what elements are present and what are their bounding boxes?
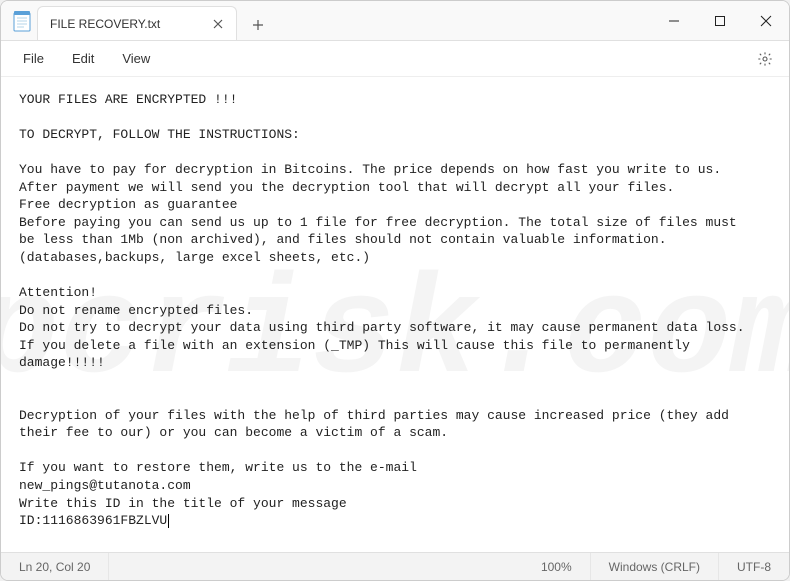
window-controls	[651, 1, 789, 40]
menubar: File Edit View	[1, 41, 789, 77]
notepad-app-icon	[13, 10, 31, 32]
close-icon	[760, 15, 772, 27]
maximize-icon	[714, 15, 726, 27]
minimize-button[interactable]	[651, 1, 697, 41]
menu-edit[interactable]: Edit	[58, 45, 108, 72]
status-line-ending[interactable]: Windows (CRLF)	[591, 553, 719, 580]
new-tab-button[interactable]	[243, 10, 273, 40]
gear-icon	[757, 51, 773, 67]
statusbar: Ln 20, Col 20 100% Windows (CRLF) UTF-8	[1, 552, 789, 580]
tab-title: FILE RECOVERY.txt	[50, 17, 200, 31]
status-zoom[interactable]: 100%	[523, 553, 591, 580]
notepad-window: FILE RECOVERY.txt File Edit View	[0, 0, 790, 581]
close-icon	[213, 19, 223, 29]
text-caret	[168, 514, 169, 528]
menu-file[interactable]: File	[9, 45, 58, 72]
tab-close-button[interactable]	[210, 16, 226, 32]
minimize-icon	[668, 15, 680, 27]
close-button[interactable]	[743, 1, 789, 41]
status-encoding[interactable]: UTF-8	[719, 553, 789, 580]
menu-view[interactable]: View	[108, 45, 164, 72]
tab-active[interactable]: FILE RECOVERY.txt	[37, 6, 237, 40]
status-position[interactable]: Ln 20, Col 20	[1, 553, 109, 580]
text-editor-content[interactable]: pcrisk.comYOUR FILES ARE ENCRYPTED !!! T…	[1, 77, 789, 552]
tab-area: FILE RECOVERY.txt	[1, 1, 651, 40]
document-text: YOUR FILES ARE ENCRYPTED !!! TO DECRYPT,…	[19, 92, 745, 528]
maximize-button[interactable]	[697, 1, 743, 41]
titlebar: FILE RECOVERY.txt	[1, 1, 789, 41]
plus-icon	[252, 19, 264, 31]
settings-button[interactable]	[749, 43, 781, 75]
